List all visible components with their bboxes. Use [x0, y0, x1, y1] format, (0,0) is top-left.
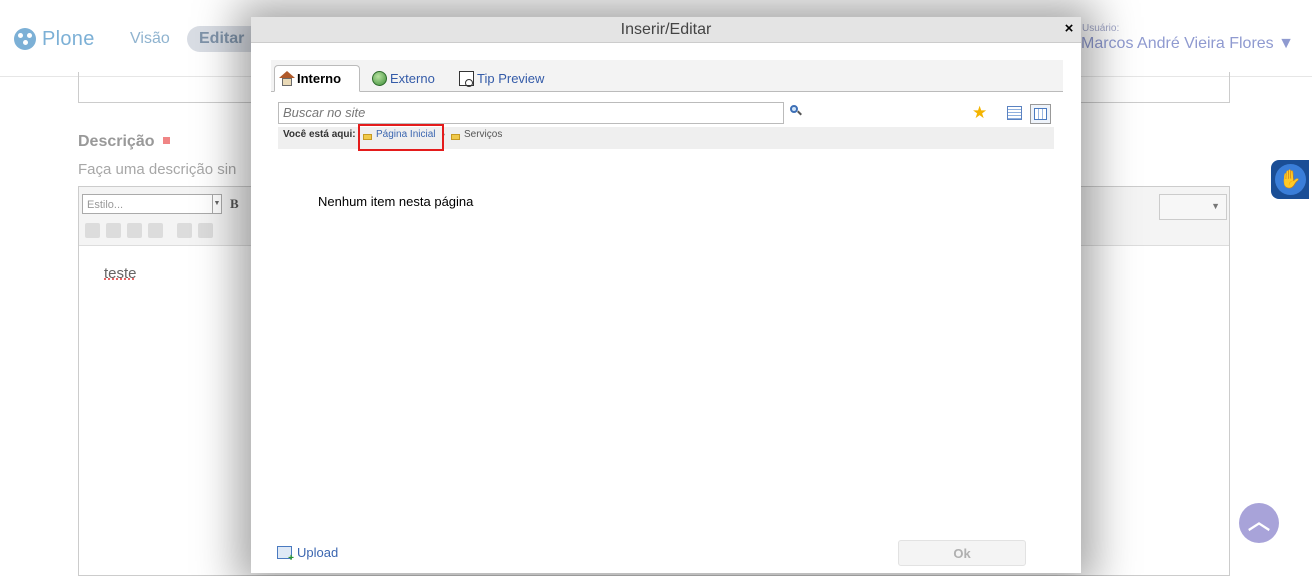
edit-image-icon[interactable] — [148, 223, 163, 238]
table-icon[interactable] — [177, 223, 192, 238]
link-icon[interactable] — [85, 223, 100, 238]
description-label: Descrição — [78, 133, 170, 151]
dialog-title: Inserir/Editar — [251, 17, 1081, 43]
scroll-to-top-button[interactable]: ︿ — [1239, 503, 1279, 543]
folder-icon — [451, 133, 460, 140]
breadcrumb-item-services: Serviços — [451, 129, 502, 140]
breadcrumb-label: Você está aqui: — [283, 129, 356, 140]
tab-external[interactable]: Externo — [368, 65, 440, 91]
preview-icon — [459, 70, 474, 87]
insert-edit-dialog: Inserir/Editar Interno Externo Tip Previ… — [251, 17, 1081, 573]
ok-button[interactable]: Ok — [898, 540, 1026, 566]
plone-logo-icon — [14, 28, 36, 50]
plone-logo[interactable]: Plone — [14, 26, 95, 52]
tab-bar: Interno Externo Tip Preview — [271, 60, 1063, 92]
unlink-icon[interactable] — [106, 223, 121, 238]
search-icon[interactable] — [790, 105, 802, 117]
upload-link[interactable]: Upload — [277, 545, 339, 564]
thumbnail-view-icon[interactable] — [1030, 104, 1051, 124]
accessibility-widget[interactable]: ✋ — [1271, 160, 1309, 199]
chevron-up-icon: ︿ — [1247, 509, 1270, 534]
close-icon[interactable]: × — [1061, 21, 1077, 37]
style-select-value: Estilo... — [87, 199, 124, 211]
globe-icon — [372, 70, 387, 86]
user-menu[interactable]: Marcos André Vieira Flores ▼ — [1081, 35, 1294, 53]
home-icon — [279, 71, 295, 86]
highlight-annotation — [358, 124, 444, 151]
sign-language-icon: ✋ — [1275, 164, 1306, 195]
chevron-down-icon: ▼ — [212, 195, 221, 213]
format-select[interactable]: ▼ — [1159, 194, 1227, 220]
search-input[interactable]: Buscar no site — [278, 102, 784, 124]
tab-external-label: Externo — [390, 70, 435, 86]
user-label: Usuário: — [1082, 23, 1120, 34]
upload-label: Upload — [297, 545, 339, 560]
editor-content[interactable]: teste — [104, 265, 137, 282]
star-icon[interactable]: ★ — [972, 104, 987, 122]
empty-message: Nenhum item nesta página — [318, 194, 474, 209]
tab-tip-preview-label: Tip Preview — [477, 70, 545, 86]
logo-text: Plone — [42, 27, 95, 50]
anchor-icon[interactable] — [127, 223, 142, 238]
bold-button[interactable]: B — [230, 196, 239, 212]
list-view-icon[interactable] — [1007, 106, 1022, 120]
required-marker — [162, 137, 170, 144]
toolbar-row — [85, 223, 213, 238]
tab-tip-preview[interactable]: Tip Preview — [455, 65, 551, 91]
tab-internal-label: Interno — [297, 71, 342, 86]
table-props-icon[interactable] — [198, 223, 213, 238]
description-help: Faça uma descrição sin — [78, 161, 237, 178]
chevron-down-icon: ▼ — [1211, 201, 1220, 211]
style-select[interactable]: Estilo... ▼ — [82, 194, 222, 214]
breadcrumb-item-label: Serviços — [464, 129, 503, 140]
description-label-text: Descrição — [78, 133, 155, 150]
nav-view[interactable]: Visão — [130, 30, 170, 48]
tab-internal[interactable]: Interno — [274, 65, 360, 92]
upload-icon — [277, 546, 294, 564]
